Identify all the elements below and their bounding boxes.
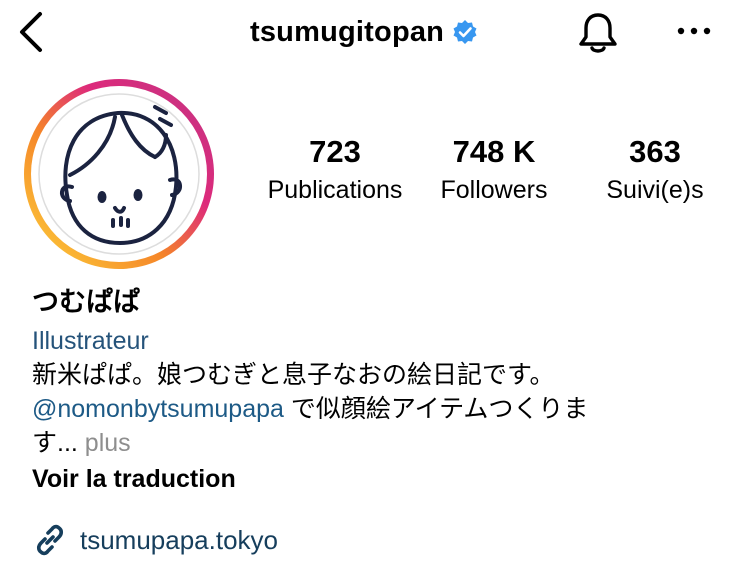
followers-count[interactable]: 748 K Followers — [420, 132, 568, 208]
see-translation-button[interactable]: Voir la traduction — [32, 462, 722, 496]
profile-category: Illustrateur — [32, 327, 149, 355]
bio-text-segment: す... — [32, 429, 78, 457]
more-horizontal-icon — [677, 27, 711, 35]
username: tsumugitopan — [250, 15, 445, 48]
posts-count-label: Publications — [267, 176, 403, 204]
story-ring-avatar — [24, 79, 214, 269]
following-count[interactable]: 363 Suivi(e)s — [580, 132, 730, 208]
bio-mention-link[interactable]: @nomonbytsumupapa — [32, 395, 284, 423]
verified-badge-icon — [453, 20, 477, 44]
bio-line: @nomonbytsumupapa で似顔絵アイテムつくりま — [32, 392, 722, 426]
chevron-left-icon — [20, 12, 42, 52]
bio-more-button[interactable]: plus — [85, 429, 131, 457]
followers-count-label: Followers — [440, 176, 548, 204]
top-bar: tsumugitopan — [0, 0, 750, 64]
bio-line: 新米ぱぱ。娘つむぎと息子なおの絵日記です。 — [32, 361, 555, 389]
profile-bio: つむぱぱ Illustrateur 新米ぱぱ。娘つむぎと息子なおの絵日記です。 … — [32, 282, 722, 496]
website-link[interactable]: tsumupapa.tokyo — [32, 520, 278, 560]
profile-stats: 723 Publications 748 K Followers 363 Sui… — [250, 132, 730, 212]
posts-count-value: 723 — [309, 134, 361, 169]
followers-count-value: 748 K — [452, 134, 536, 169]
bell-icon — [579, 13, 617, 53]
bio-line: す... plus — [32, 426, 722, 460]
website-link-text: tsumupapa.tokyo — [80, 524, 279, 555]
link-icon — [36, 524, 64, 556]
posts-count[interactable]: 723 Publications — [250, 132, 420, 208]
following-count-label: Suivi(e)s — [606, 176, 704, 204]
following-count-value: 363 — [629, 134, 681, 169]
notifications-button[interactable] — [575, 10, 621, 56]
avatar[interactable] — [20, 75, 218, 273]
bio-text-segment: で似顔絵アイテムつくりま — [283, 395, 589, 423]
display-name: つむぱぱ — [32, 287, 140, 317]
more-options-button[interactable] — [674, 16, 714, 46]
back-button[interactable] — [14, 10, 48, 54]
profile-title: tsumugitopan — [250, 12, 478, 52]
